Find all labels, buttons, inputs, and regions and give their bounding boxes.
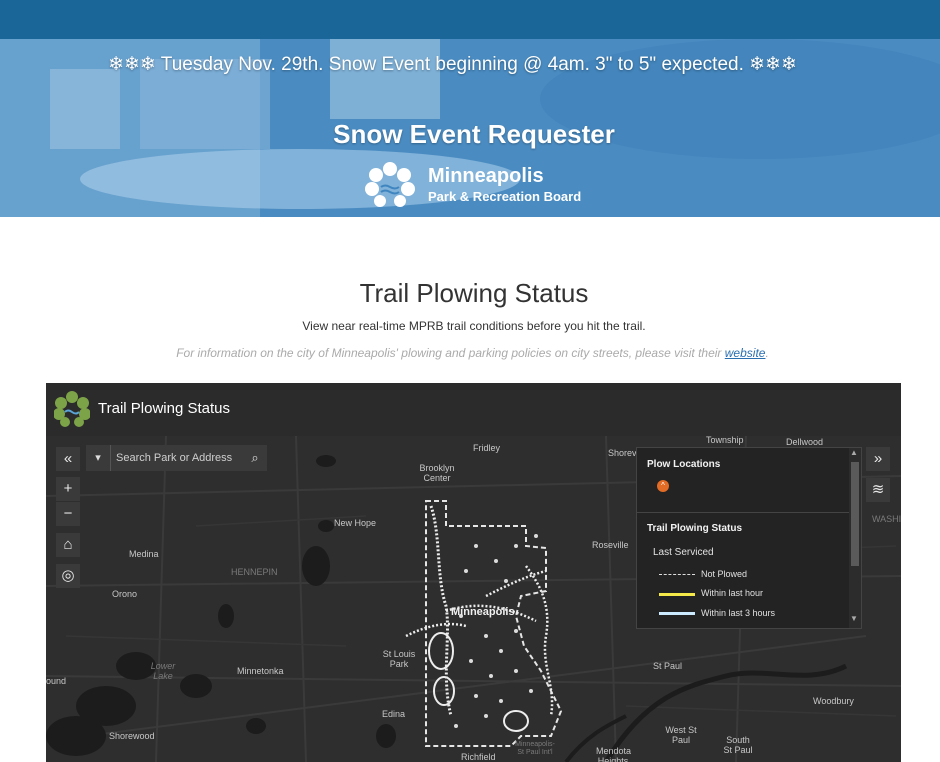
search-button[interactable]: ⌕ (243, 445, 267, 471)
map-label-minnetonka: Minnetonka (237, 666, 284, 676)
page-title: Trail Plowing Status (359, 278, 589, 308)
page-subtitle: View near real-time MPRB trail condition… (302, 319, 646, 333)
snow-announcement: ❄❄❄ Tuesday Nov. 29th. Snow Event beginn… (108, 54, 797, 75)
legend-line-within-3-hours (659, 612, 695, 615)
city-info-end: . (765, 346, 769, 360)
legend-scroll-thumb[interactable] (851, 462, 859, 566)
legend-line-not-plowed (659, 574, 695, 575)
mprb-logo-mark-icon (365, 162, 415, 207)
logo-name: Minneapolis (428, 165, 544, 187)
map-label-st-paul: St Paul (653, 661, 683, 671)
map-label-airport: Minneapolis-St Paul Int'l (515, 741, 555, 756)
map-label-edina: Edina (382, 709, 406, 719)
home-button[interactable]: ⌂ (56, 533, 80, 557)
app-header: Trail Plowing Status (46, 383, 901, 436)
map-label-richfield: Richfield (461, 752, 496, 762)
app-logo-icon (54, 391, 90, 427)
map-label-township: Township (706, 435, 744, 445)
map-label-hennepin: HENNEPIN (231, 567, 278, 577)
legend-last-serviced: Last Serviced (653, 547, 714, 558)
legend-label-not-plowed: Not Plowed (701, 569, 748, 579)
collapse-panel-button[interactable]: « (56, 447, 80, 471)
map-label-south-st-paul: South St Paul (723, 735, 753, 755)
search-source-dropdown[interactable]: ▾ (86, 445, 111, 471)
map-label-woodbury: Woodbury (813, 696, 854, 706)
map-label-mendota-heights: Mendota Heights (596, 746, 632, 762)
map-label-west-st-paul: West St Paul (665, 725, 697, 745)
zoom-out-button[interactable]: − (56, 502, 80, 526)
mprb-logo: Minneapolis Park & Recreation Board (364, 159, 584, 207)
map-label-new-hope: New Hope (334, 518, 377, 528)
legend-label-within-hour: Within last hour (701, 588, 764, 598)
app-title: Trail Plowing Status (98, 400, 230, 417)
map-label-roseville: Roseville (592, 540, 629, 550)
scroll-up-icon[interactable]: ▲ (850, 448, 858, 457)
legend-panel[interactable]: Plow Locations ^ Trail Plowing Status La… (636, 447, 862, 629)
map-label-st-louis-park: St Louis Park (382, 649, 416, 669)
plow-marker-icon: ^ (657, 480, 669, 492)
legend-divider (637, 512, 849, 513)
logo-subtitle: Park & Recreation Board (428, 189, 582, 204)
legend-scrollbar[interactable]: ▲ ▼ (849, 448, 861, 628)
locate-button[interactable]: ◎ (56, 564, 80, 588)
map-app: Trail Plowing Status Fridley Township De… (46, 383, 901, 762)
expand-panel-button[interactable]: » (866, 447, 890, 471)
scroll-down-icon[interactable]: ▼ (850, 614, 858, 623)
hero-title: Snow Event Requester (333, 119, 615, 149)
legend-label-within-3-hours: Within last 3 hours (701, 608, 776, 618)
layers-button[interactable]: ≋ (866, 478, 890, 502)
top-bar (0, 0, 940, 39)
city-info-text: For information on the city of Minneapol… (0, 346, 940, 360)
city-website-link[interactable]: website (725, 346, 766, 360)
map-label-ound: ound (46, 676, 67, 686)
map-label-medina: Medina (129, 549, 159, 559)
map-label-washington: WASHI (872, 514, 901, 524)
map-label-orono: Orono (112, 589, 138, 599)
map-label-shorewood: Shorewood (109, 731, 155, 741)
hero-banner: ❄❄❄ Tuesday Nov. 29th. Snow Event beginn… (0, 39, 940, 217)
search-widget: ▾ (86, 445, 270, 471)
map-label-dellwood: Dellwood (786, 437, 824, 447)
map-label-minneapolis: Minneapolis (451, 606, 515, 618)
map-label-lower-lake: Lower Lake (150, 661, 176, 681)
city-info-label: For information on the city of Minneapol… (176, 346, 725, 360)
legend-status-heading: Trail Plowing Status (647, 523, 743, 534)
legend-line-within-hour (659, 593, 695, 596)
map-view[interactable]: Fridley Township Dellwood Shoreview Broo… (46, 435, 901, 762)
zoom-in-button[interactable]: + (56, 477, 80, 501)
map-label-fridley: Fridley (473, 443, 501, 453)
map-label-brooklyn-center: Brooklyn Center (419, 463, 455, 483)
legend-plow-heading: Plow Locations (647, 459, 721, 470)
